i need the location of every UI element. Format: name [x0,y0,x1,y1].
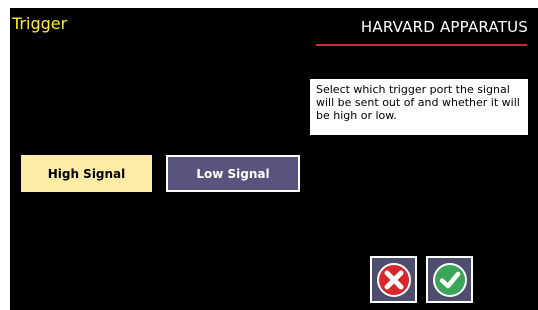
x-circle-icon [376,262,411,297]
high-signal-button[interactable]: High Signal [21,155,152,192]
cancel-button[interactable] [370,256,417,303]
brand-underline [316,44,527,46]
low-signal-button[interactable]: Low Signal [166,155,300,192]
check-circle-icon [432,262,467,297]
info-box: Select which trigger port the signal wil… [310,79,528,135]
page-title: Trigger [12,14,68,33]
confirm-button[interactable] [426,256,473,303]
trigger-screen: Trigger HARVARD APPARATUS Select which t… [10,8,538,310]
brand-name: HARVARD APPARATUS [360,18,528,36]
